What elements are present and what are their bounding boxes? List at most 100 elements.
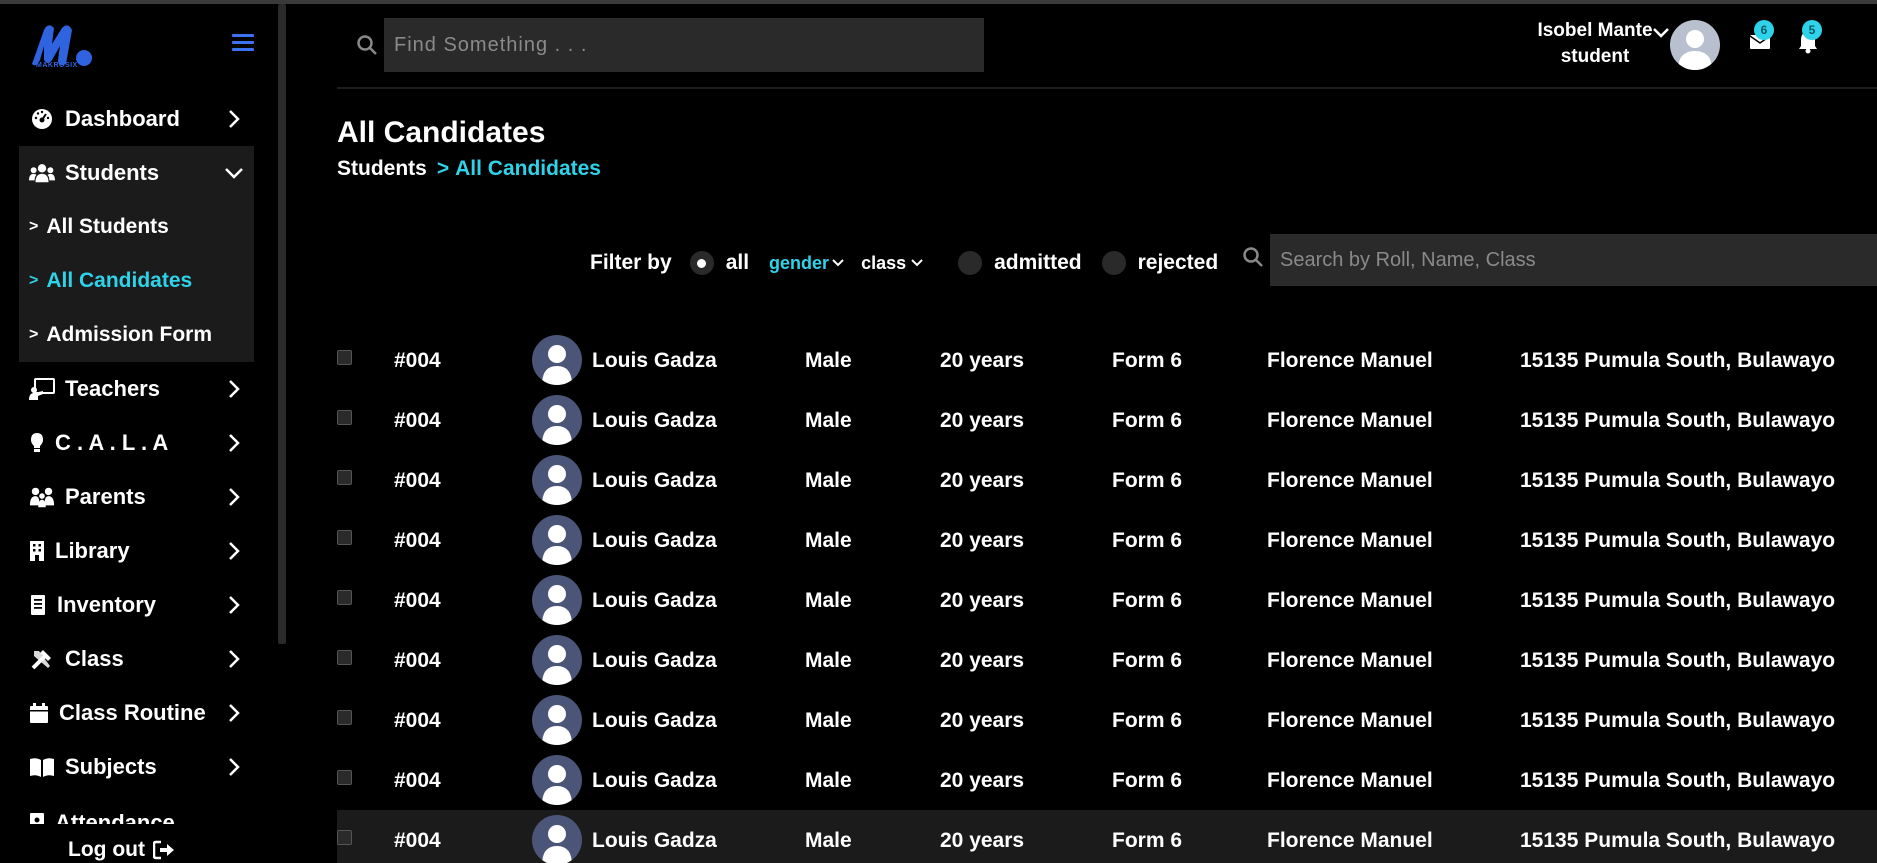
row-checkbox[interactable]	[337, 470, 352, 485]
table-search	[1270, 234, 1877, 286]
row-checkbox[interactable]	[337, 350, 352, 365]
gender-dropdown[interactable]: gender	[769, 253, 845, 274]
sidebar-item-cala[interactable]: C . A . L . A	[19, 416, 254, 470]
user-name: Isobel Mante	[1537, 20, 1653, 41]
filter-radio-admitted[interactable]	[958, 251, 983, 275]
row-parent: Florence Manuel	[1267, 709, 1433, 732]
row-class: Form 6	[1112, 709, 1183, 732]
row-gender: Male	[805, 769, 852, 792]
sidebar-item-subjects[interactable]: Subjects	[19, 740, 254, 794]
menu-toggle-icon[interactable]	[232, 34, 254, 54]
table-row[interactable]: #004 Louis Gadza Male 20 years Form 6 Florenc…	[337, 390, 1877, 450]
row-checkbox[interactable]	[337, 710, 352, 725]
user-menu[interactable]: Isobel Mante student	[1520, 20, 1670, 68]
row-age: 20 years	[940, 769, 1025, 792]
user-avatar[interactable]	[1670, 20, 1720, 70]
filter-admitted-label: admitted	[994, 251, 1082, 274]
chevron-down-icon	[911, 259, 923, 267]
filter-all-label: all	[725, 251, 750, 274]
table-row[interactable]: #004 Louis Gadza Male 20 years Form 6 Florenc…	[337, 630, 1877, 690]
chevron-right-icon	[229, 650, 240, 668]
sidebar-item-class-routine[interactable]: Class Routine	[19, 686, 254, 740]
mail-notification[interactable]: 6	[1748, 20, 1774, 56]
table-search-input[interactable]	[1270, 234, 1877, 286]
row-checkbox[interactable]	[337, 830, 352, 845]
sidebar-item-dashboard[interactable]: Dashboard	[19, 92, 254, 146]
chevron-right-icon	[229, 380, 240, 398]
sidebar-subitem-all-candidates[interactable]: > All Candidates	[19, 254, 254, 308]
row-name[interactable]: Louis Gadza	[592, 769, 717, 793]
breadcrumb-parent[interactable]: Students	[337, 157, 427, 180]
chevron-right-icon	[229, 434, 240, 452]
sidebar-item-label: Inventory	[57, 592, 157, 617]
sidebar-item-library[interactable]: Library	[19, 524, 254, 578]
class-dropdown[interactable]: class	[861, 253, 924, 274]
row-avatar	[532, 335, 582, 385]
row-checkbox[interactable]	[337, 590, 352, 605]
sidebar-item-attendance[interactable]: Attendance	[19, 794, 254, 824]
row-name[interactable]: Louis Gadza	[592, 649, 717, 673]
table-row[interactable]: #004 Louis Gadza Male 20 years Form 6 Florenc…	[337, 450, 1877, 510]
row-name[interactable]: Louis Gadza	[592, 409, 717, 433]
sidebar-subitem-all-students[interactable]: > All Students	[19, 200, 254, 254]
table-row[interactable]: #004 Louis Gadza Male 20 years Form 6 Florenc…	[337, 750, 1877, 810]
row-id: #004	[394, 589, 441, 612]
sidebar-item-inventory[interactable]: Inventory	[19, 578, 254, 632]
gender-dropdown-label: gender	[769, 252, 830, 273]
sidebar-item-label: Teachers	[65, 376, 160, 401]
table-row[interactable]: #004 Louis Gadza Male 20 years Form 6 Florenc…	[337, 330, 1877, 390]
row-avatar	[532, 755, 582, 805]
row-name[interactable]: Louis Gadza	[592, 829, 717, 853]
row-parent: Florence Manuel	[1267, 829, 1433, 852]
row-checkbox[interactable]	[337, 650, 352, 665]
class-dropdown-label: class	[861, 252, 907, 273]
row-address: 15135 Pumula South, Bulawayo	[1520, 769, 1836, 792]
dashboard-icon	[29, 108, 55, 130]
table-row[interactable]: #004 Louis Gadza Male 20 years Form 6 Florenc…	[337, 690, 1877, 750]
row-class: Form 6	[1112, 469, 1183, 492]
global-search-input[interactable]	[384, 18, 984, 72]
filter-bar: Filter by all gender class admitted reje…	[590, 240, 1218, 286]
row-id: #004	[394, 769, 441, 792]
row-address: 15135 Pumula South, Bulawayo	[1520, 529, 1836, 552]
chevron-right-icon	[229, 542, 240, 560]
row-parent: Florence Manuel	[1267, 649, 1433, 672]
row-name[interactable]: Louis Gadza	[592, 709, 717, 733]
row-parent: Florence Manuel	[1267, 469, 1433, 492]
teacher-icon	[29, 378, 55, 400]
chevron-down-icon[interactable]	[1652, 26, 1670, 40]
row-name[interactable]: Louis Gadza	[592, 529, 717, 553]
row-class: Form 6	[1112, 649, 1183, 672]
row-checkbox[interactable]	[337, 530, 352, 545]
row-name[interactable]: Louis Gadza	[592, 589, 717, 613]
sidebar-item-students[interactable]: Students	[19, 146, 254, 200]
row-address: 15135 Pumula South, Bulawayo	[1520, 649, 1836, 672]
row-gender: Male	[805, 589, 852, 612]
table-row[interactable]: #004 Louis Gadza Male 20 years Form 6 Florenc…	[337, 570, 1877, 630]
row-id: #004	[394, 709, 441, 732]
filter-radio-rejected[interactable]	[1101, 251, 1126, 275]
row-class: Form 6	[1112, 589, 1183, 612]
sidebar-item-class[interactable]: Class	[19, 632, 254, 686]
bell-notification[interactable]: 5	[1796, 20, 1822, 56]
sidebar-scrollbar[interactable]	[278, 4, 286, 644]
row-checkbox[interactable]	[337, 410, 352, 425]
logout-button[interactable]: Log out	[68, 838, 175, 862]
table-row[interactable]: #004 Louis Gadza Male 20 years Form 6 Florenc…	[337, 510, 1877, 570]
table-row[interactable]: #004 Louis Gadza Male 20 years Form 6 Florenc…	[337, 810, 1877, 863]
chevron-right-icon: >	[29, 218, 39, 235]
sidebar-item-label: Library	[55, 538, 130, 563]
sidebar-item-teachers[interactable]: Teachers	[19, 362, 254, 416]
sidebar-subitem-label: All Candidates	[46, 269, 193, 292]
row-parent: Florence Manuel	[1267, 769, 1433, 792]
row-name[interactable]: Louis Gadza	[592, 469, 717, 493]
mail-count-badge: 6	[1754, 20, 1774, 40]
filter-radio-all[interactable]	[689, 251, 714, 275]
sidebar-subitem-admission-form[interactable]: > Admission Form	[19, 308, 254, 362]
sidebar-item-parents[interactable]: Parents	[19, 470, 254, 524]
row-checkbox[interactable]	[337, 770, 352, 785]
row-age: 20 years	[940, 709, 1025, 732]
row-address: 15135 Pumula South, Bulawayo	[1520, 469, 1836, 492]
row-name[interactable]: Louis Gadza	[592, 349, 717, 373]
sidebar-nav: Dashboard Students > All Students > All …	[19, 92, 254, 824]
